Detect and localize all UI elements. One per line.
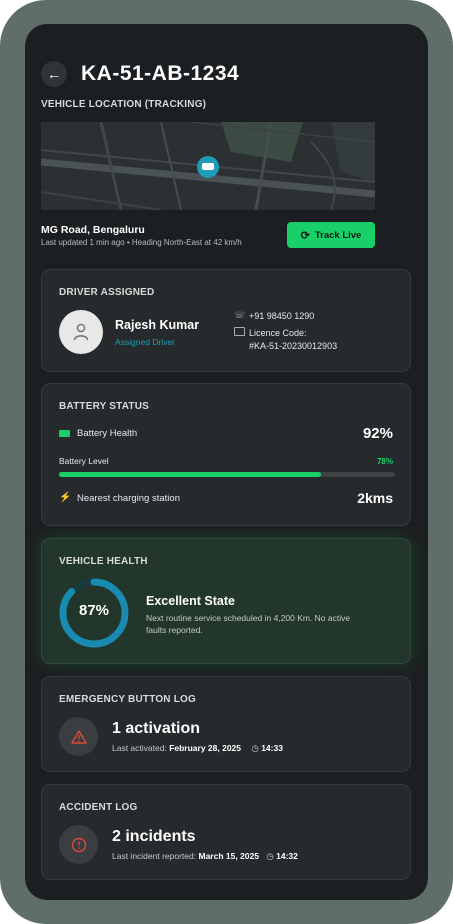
accident-log-card[interactable]: ACCIDENT LOG 2 incidents Last incident r…: [41, 784, 411, 880]
location-section-title: VEHICLE LOCATION (TRACKING): [41, 99, 207, 110]
alert-circle-icon: [71, 837, 86, 852]
back-button[interactable]: ←: [41, 61, 67, 87]
driver-card: DRIVER ASSIGNED Rajesh Kumar Assigned Dr…: [41, 269, 411, 372]
battery-health-value: 92%: [362, 425, 393, 442]
device-frame: ← KA-51-AB-1234 VEHICLE LOCATION (TRACKI…: [0, 0, 453, 924]
track-live-button[interactable]: ⟳ Track Live: [287, 222, 375, 248]
emergency-last-prefix: Last activated:: [112, 743, 167, 753]
battery-section-title: BATTERY STATUS: [59, 401, 150, 412]
header: ← KA-51-AB-1234: [41, 61, 239, 87]
emergency-date: February 28, 2025: [169, 743, 242, 753]
refresh-icon: ⟳: [300, 229, 310, 242]
emergency-last: Last activated: February 28, 2025 ◷ 14:3…: [112, 743, 283, 754]
accident-icon-wrap: [59, 825, 98, 864]
charging-station-distance: 2kms: [357, 490, 393, 506]
charging-station-label: Nearest charging station: [77, 493, 180, 504]
battery-level-fill: [59, 472, 322, 477]
app-screen: ← KA-51-AB-1234 VEHICLE LOCATION (TRACKI…: [25, 24, 428, 900]
vehicle-plate: KA-51-AB-1234: [81, 62, 240, 85]
battery-level-value: 78%: [376, 457, 393, 466]
id-card-icon: [234, 327, 245, 336]
licence-label: Licence Code:: [249, 328, 307, 338]
battery-card: BATTERY STATUS Battery Health 92% Batter…: [41, 383, 411, 526]
battery-icon: [59, 430, 70, 437]
health-percent: 87%: [78, 602, 110, 619]
accident-time: 14:32: [276, 851, 298, 861]
location-place: MG Road, Bengaluru: [41, 224, 145, 236]
track-live-label: Track Live: [314, 229, 362, 241]
licence-value: #KA-51-20230012903: [249, 341, 338, 351]
charging-station-icon: ⚡: [59, 492, 72, 503]
accident-count: 2 incidents: [112, 828, 196, 845]
accident-date: March 15, 2025: [198, 851, 259, 861]
warning-icon: [70, 729, 87, 744]
driver-role: Assigned Driver: [115, 337, 175, 347]
arrow-left-icon: ←: [47, 66, 61, 82]
clock-icon: ◷: [251, 743, 259, 753]
tracking-map[interactable]: [41, 122, 375, 210]
clock-icon: ◷: [266, 851, 274, 861]
vehicle-health-card: VEHICLE HEALTH 87% Excellent State Next …: [41, 538, 411, 664]
battery-health-label: Battery Health: [77, 428, 138, 439]
health-description: Next routine service scheduled in 4,200 …: [146, 613, 351, 635]
battery-level-label: Battery Level: [59, 456, 109, 466]
accident-last: Last incident reported: March 15, 2025 ◷…: [112, 851, 298, 862]
emergency-time: 14:33: [261, 743, 283, 753]
phone-icon: ☏: [234, 310, 246, 320]
accident-section-title: ACCIDENT LOG: [59, 802, 138, 813]
emergency-count: 1 activation: [112, 720, 201, 737]
driver-section-title: DRIVER ASSIGNED: [59, 287, 155, 298]
location-update-line: Last updated 1 min ago • Heading North-E…: [41, 238, 242, 247]
battery-level-bar: [59, 472, 395, 477]
vehicle-health-section-title: VEHICLE HEALTH: [59, 556, 148, 567]
health-state: Excellent State: [146, 594, 235, 608]
driver-name: Rajesh Kumar: [115, 318, 200, 332]
accident-last-prefix: Last incident reported:: [112, 851, 197, 861]
emergency-icon-wrap: [59, 717, 98, 756]
driver-phone[interactable]: +91 98450 1290: [249, 311, 314, 321]
emergency-log-card[interactable]: EMERGENCY BUTTON LOG 1 activation Last a…: [41, 676, 411, 772]
emergency-section-title: EMERGENCY BUTTON LOG: [59, 694, 196, 705]
map-graphic: [41, 122, 375, 210]
driver-avatar: [59, 310, 103, 354]
user-icon: [73, 323, 89, 341]
